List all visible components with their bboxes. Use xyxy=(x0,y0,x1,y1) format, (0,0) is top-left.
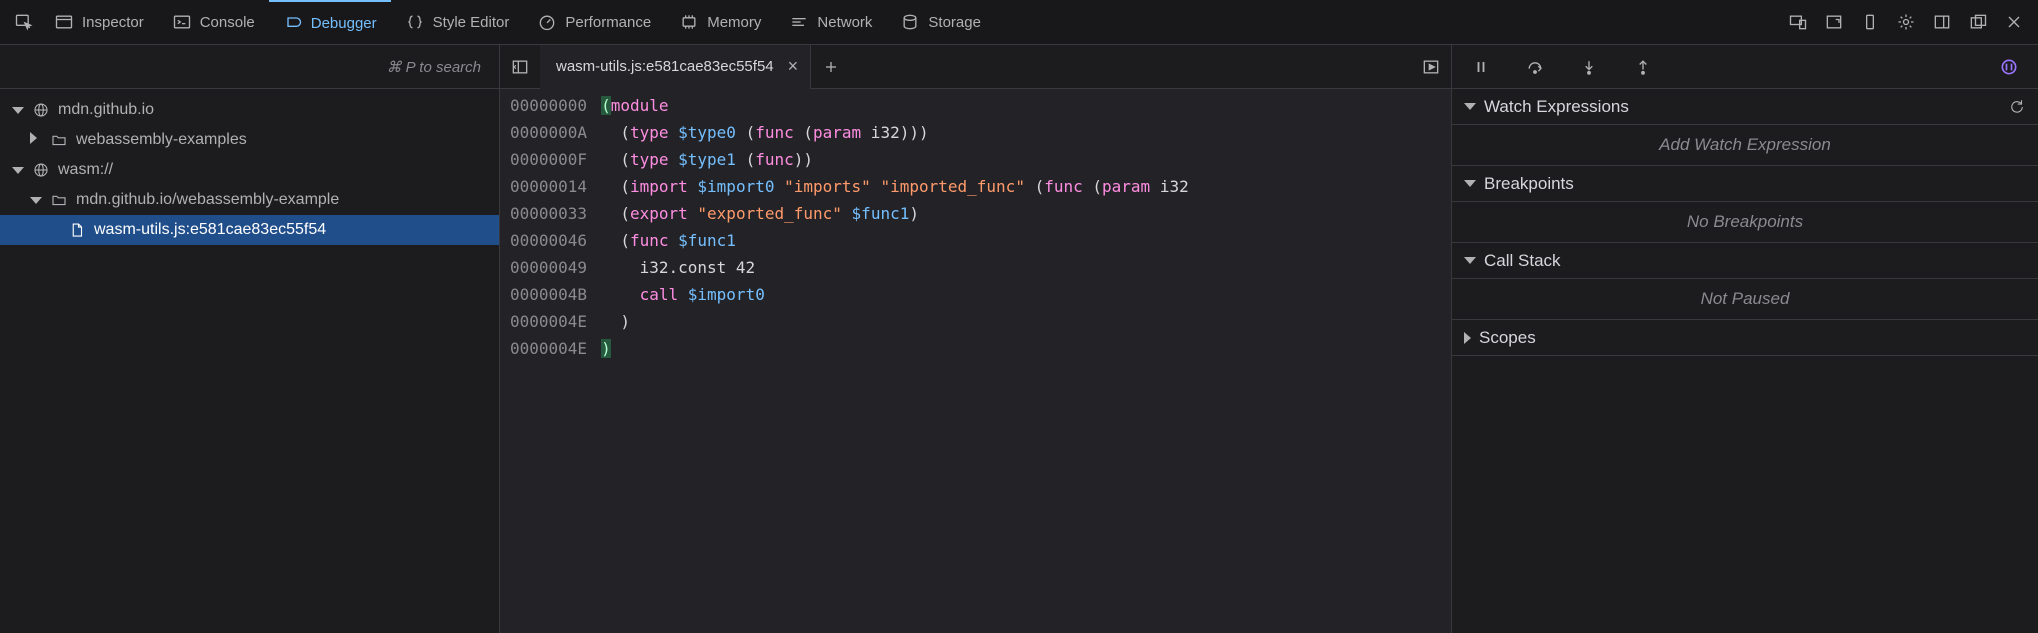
tab-performance[interactable]: Performance xyxy=(523,0,665,45)
source-tab[interactable]: wasm-utils.js:e581cae83ec55f54 × xyxy=(540,45,811,89)
tab-label: Style Editor xyxy=(433,14,510,31)
watch-expressions-header[interactable]: Watch Expressions xyxy=(1452,89,2038,125)
step-out-button[interactable] xyxy=(1626,50,1660,84)
section-title: Call Stack xyxy=(1484,251,1561,271)
section-title: Scopes xyxy=(1479,328,1536,348)
tab-label: Console xyxy=(200,14,255,31)
tab-console[interactable]: Console xyxy=(158,0,269,45)
folder-icon xyxy=(50,191,68,209)
tab-label: Network xyxy=(817,14,872,31)
settings-button[interactable] xyxy=(1890,6,1922,38)
pick-element-button[interactable] xyxy=(8,6,40,38)
chevron-down-icon xyxy=(1464,103,1476,110)
tab-storage[interactable]: Storage xyxy=(886,0,995,45)
breakpoints-body: No Breakpoints xyxy=(1452,202,2038,243)
tree-item[interactable]: mdn.github.io/webassembly-example xyxy=(0,185,499,215)
responsive-design-button[interactable] xyxy=(1782,6,1814,38)
tree-item-label: webassembly-examples xyxy=(76,131,247,149)
chevron-down-icon xyxy=(12,107,24,114)
tree-item-label: wasm:// xyxy=(58,161,113,179)
tab-network[interactable]: Network xyxy=(775,0,886,45)
dock-side-button[interactable] xyxy=(1926,6,1958,38)
chevron-right-icon xyxy=(1464,332,1471,344)
tab-label: Storage xyxy=(928,14,981,31)
chevron-down-icon xyxy=(1464,257,1476,264)
section-title: Breakpoints xyxy=(1484,174,1574,194)
refresh-icon[interactable] xyxy=(2008,98,2026,116)
code-content[interactable]: (module (type $type0 (func (param i32)))… xyxy=(597,89,1189,633)
tree-item-label: wasm-utils.js:e581cae83ec55f54 xyxy=(94,221,326,239)
folder-icon xyxy=(50,131,68,149)
close-tab-button[interactable]: × xyxy=(784,54,803,79)
step-in-button[interactable] xyxy=(1572,50,1606,84)
separate-window-button[interactable] xyxy=(1962,6,1994,38)
tab-label: Memory xyxy=(707,14,761,31)
step-over-button[interactable] xyxy=(1518,50,1552,84)
run-button[interactable] xyxy=(1411,45,1451,89)
iframe-select-button[interactable] xyxy=(1818,6,1850,38)
tab-label: Debugger xyxy=(311,15,377,32)
callstack-header[interactable]: Call Stack xyxy=(1452,243,2038,279)
code-gutter[interactable]: 000000000000000A0000000F0000001400000033… xyxy=(500,89,597,633)
tab-style-editor[interactable]: Style Editor xyxy=(391,0,524,45)
scopes-header[interactable]: Scopes xyxy=(1452,320,2038,356)
toggle-sources-button[interactable] xyxy=(500,45,540,89)
tree-item[interactable]: webassembly-examples xyxy=(0,125,499,155)
tree-item[interactable]: wasm:// xyxy=(0,155,499,185)
file-icon xyxy=(68,221,86,239)
chevron-down-icon xyxy=(12,167,24,174)
breakpoints-toggle-button[interactable] xyxy=(1992,50,2026,84)
sources-tree: mdn.github.io webassembly-examples wasm://… xyxy=(0,89,499,245)
globe-icon xyxy=(32,101,50,119)
chevron-right-icon xyxy=(30,132,37,144)
chevron-down-icon xyxy=(1464,180,1476,187)
devtools-toolbar: Inspector Console Debugger Style Editor … xyxy=(0,0,2038,45)
sources-search-hint[interactable]: ⌘ P to search xyxy=(0,45,499,89)
callstack-body: Not Paused xyxy=(1452,279,2038,320)
pause-button[interactable] xyxy=(1464,50,1498,84)
editor-panel: wasm-utils.js:e581cae83ec55f54 × 0000000… xyxy=(500,45,1452,633)
debugger-sidebar: Watch Expressions Add Watch Expression B… xyxy=(1452,45,2038,633)
tab-memory[interactable]: Memory xyxy=(665,0,775,45)
device-button[interactable] xyxy=(1854,6,1886,38)
tab-debugger[interactable]: Debugger xyxy=(269,0,391,45)
chevron-down-icon xyxy=(30,197,42,204)
tree-item[interactable]: mdn.github.io xyxy=(0,95,499,125)
new-tab-button[interactable] xyxy=(811,45,851,89)
globe-icon xyxy=(32,161,50,179)
sources-panel: ⌘ P to search mdn.github.io webassembly-e… xyxy=(0,45,500,633)
tree-item[interactable]: wasm-utils.js:e581cae83ec55f54 xyxy=(0,215,499,245)
section-title: Watch Expressions xyxy=(1484,97,1629,117)
source-tab-label: wasm-utils.js:e581cae83ec55f54 xyxy=(556,58,774,75)
tab-label: Performance xyxy=(565,14,651,31)
tree-item-label: mdn.github.io/webassembly-example xyxy=(76,191,339,209)
close-devtools-button[interactable] xyxy=(1998,6,2030,38)
tree-item-label: mdn.github.io xyxy=(58,101,154,119)
breakpoints-header[interactable]: Breakpoints xyxy=(1452,166,2038,202)
tab-inspector[interactable]: Inspector xyxy=(40,0,158,45)
watch-expressions-body[interactable]: Add Watch Expression xyxy=(1452,125,2038,166)
tab-label: Inspector xyxy=(82,14,144,31)
